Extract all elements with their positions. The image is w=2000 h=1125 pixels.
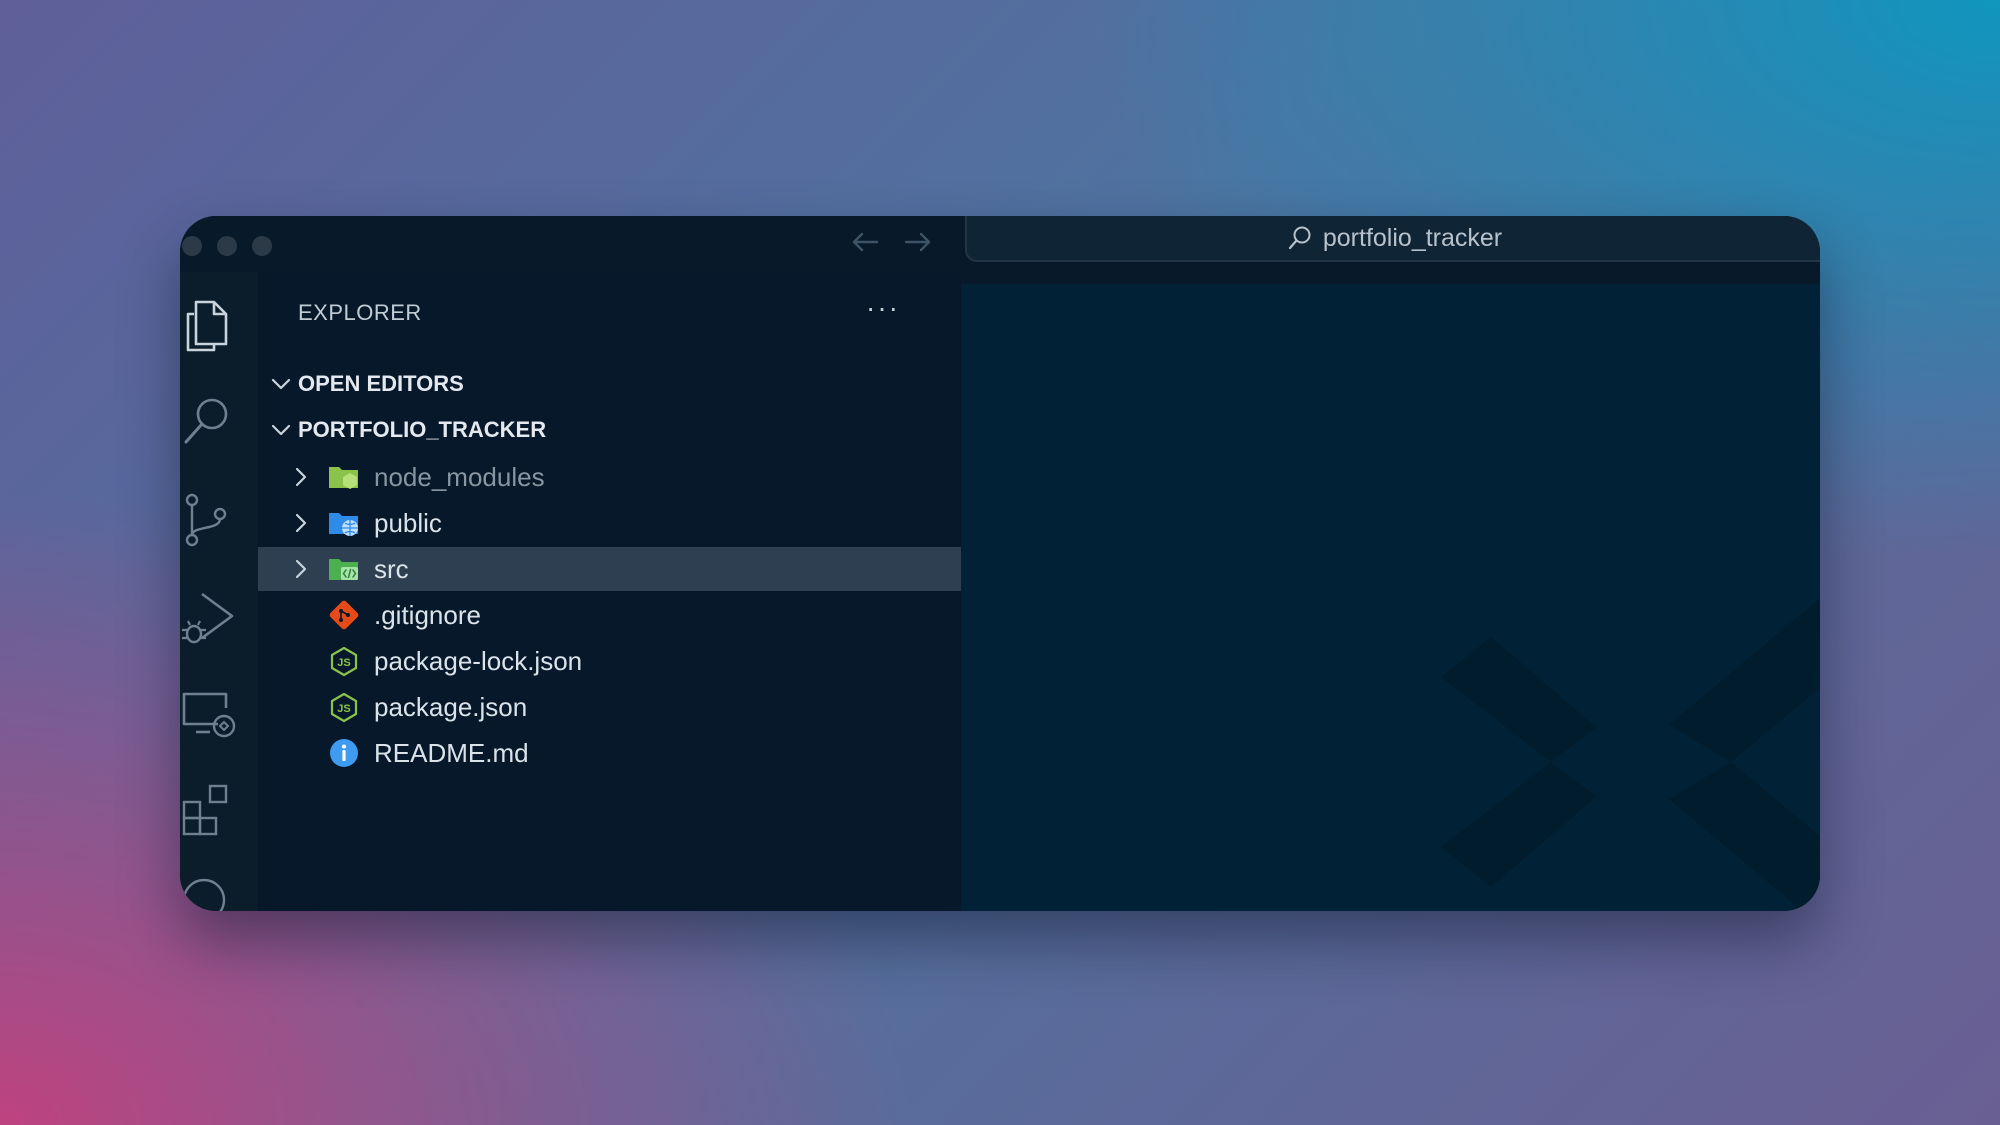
files-icon[interactable] bbox=[180, 294, 240, 354]
section-label: PORTFOLIO_TRACKER bbox=[298, 417, 547, 442]
zoom-window-button[interactable] bbox=[252, 236, 272, 256]
sidebar-title: EXPLORER bbox=[298, 300, 422, 325]
git-icon bbox=[328, 599, 360, 631]
public-folder-icon bbox=[328, 507, 360, 539]
tree-item-gitignore[interactable]: .gitignore bbox=[258, 593, 961, 637]
tree-item-node-modules[interactable]: node_modules bbox=[258, 455, 961, 499]
section-open-editors[interactable]: OPEN EDITORS bbox=[258, 364, 961, 404]
explorer-sidebar: EXPLORER ··· OPEN EDITORS PORTFOLIO_TRAC… bbox=[258, 272, 961, 911]
tree-item-public[interactable]: public bbox=[258, 501, 961, 545]
file-name: README.md bbox=[374, 737, 529, 768]
nodejs-icon: JS bbox=[328, 645, 360, 677]
source-control-icon[interactable] bbox=[180, 490, 240, 550]
editor-top-border bbox=[961, 272, 1820, 284]
nodejs-icon: JS bbox=[328, 691, 360, 723]
svg-text:JS: JS bbox=[337, 657, 350, 669]
search-text: portfolio_tracker bbox=[1322, 223, 1503, 252]
vscode-logo-watermark-icon bbox=[1441, 598, 1820, 911]
close-window-button[interactable] bbox=[182, 236, 202, 256]
minimize-window-button[interactable] bbox=[217, 236, 237, 256]
src-folder-icon bbox=[328, 553, 360, 585]
arrow-right-icon[interactable] bbox=[898, 226, 938, 260]
file-name: node_modules bbox=[374, 461, 545, 492]
tree-item-src[interactable]: src bbox=[258, 547, 961, 591]
remote-explorer-icon[interactable] bbox=[180, 686, 240, 746]
vscode-window: portfolio_tracker EXPLORER ··· OPEN EDIT… bbox=[180, 216, 1820, 911]
node-folder-icon bbox=[328, 461, 360, 493]
more-actions-button[interactable]: ··· bbox=[866, 292, 900, 324]
command-center-search[interactable]: portfolio_tracker bbox=[965, 216, 1820, 262]
file-name: public bbox=[374, 507, 442, 538]
section-portfolio-tracker[interactable]: PORTFOLIO_TRACKER bbox=[258, 410, 961, 450]
arrow-left-icon[interactable] bbox=[845, 226, 885, 260]
search-icon bbox=[1287, 225, 1313, 251]
file-name: package-lock.json bbox=[374, 645, 583, 676]
chevron-right-icon bbox=[286, 501, 316, 545]
file-name: package.json bbox=[374, 691, 528, 722]
tree-item-readme[interactable]: README.md bbox=[258, 731, 961, 775]
chevron-down-icon bbox=[264, 410, 298, 450]
chevron-down-icon bbox=[264, 364, 298, 404]
tree-item-package-json[interactable]: JS package.json bbox=[258, 685, 961, 729]
activity-bar bbox=[180, 272, 258, 911]
run-debug-icon[interactable] bbox=[180, 588, 240, 648]
title-bar: portfolio_tracker bbox=[180, 216, 1820, 272]
chevron-right-icon bbox=[286, 455, 316, 499]
tree-item-package-lock[interactable]: JS package-lock.json bbox=[258, 639, 961, 683]
accounts-icon[interactable] bbox=[180, 876, 240, 911]
search-icon[interactable] bbox=[180, 392, 240, 452]
file-name: .gitignore bbox=[374, 599, 481, 630]
file-name: src bbox=[374, 553, 409, 584]
svg-text:JS: JS bbox=[337, 703, 350, 715]
section-label: OPEN EDITORS bbox=[298, 371, 464, 396]
chevron-right-icon bbox=[286, 547, 316, 591]
editor-area bbox=[961, 272, 1820, 911]
extensions-icon[interactable] bbox=[180, 778, 240, 838]
info-icon bbox=[328, 737, 360, 769]
